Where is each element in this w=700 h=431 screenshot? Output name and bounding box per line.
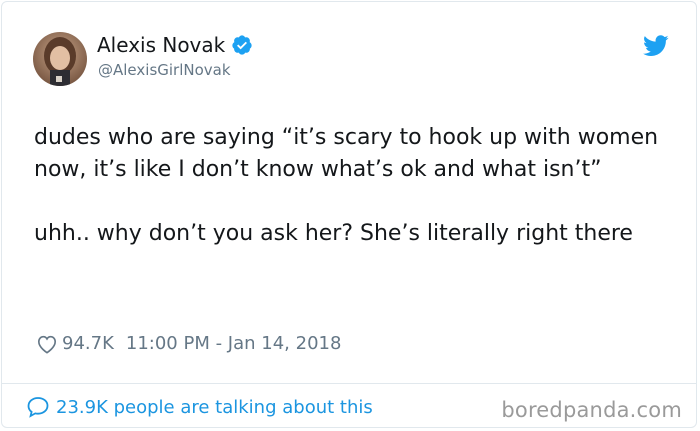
avatar[interactable] bbox=[33, 32, 87, 86]
tweet-paragraph-2: uhh.. why don’t you ask her? She’s liter… bbox=[34, 221, 633, 246]
tweet-paragraph-1: dudes who are saying “it’s scary to hook… bbox=[34, 125, 666, 182]
author-handle[interactable]: @AlexisGirlNovak bbox=[98, 61, 231, 79]
speech-bubble-icon bbox=[26, 396, 50, 418]
watermark-text: boredpanda.com bbox=[501, 398, 682, 422]
tweet-text: dudes who are saying “it’s scary to hook… bbox=[34, 122, 664, 250]
conversation-text[interactable]: 23.9K people are talking about this bbox=[56, 397, 373, 418]
timestamp[interactable]: 11:00 PM - Jan 14, 2018 bbox=[126, 333, 342, 354]
author-name[interactable]: Alexis Novak bbox=[97, 33, 225, 57]
tweet-card: Alexis Novak @AlexisGirlNovak dudes who … bbox=[1, 1, 697, 428]
conversation-link[interactable]: 23.9K people are talking about this bbox=[26, 396, 373, 418]
divider bbox=[2, 383, 696, 384]
author-row: Alexis Novak bbox=[97, 33, 253, 57]
heart-icon[interactable] bbox=[36, 334, 58, 354]
verified-badge-icon bbox=[231, 34, 253, 56]
like-count[interactable]: 94.7K bbox=[62, 333, 114, 354]
tweet-meta: 94.7K 11:00 PM - Jan 14, 2018 bbox=[36, 333, 341, 354]
twitter-bird-icon[interactable] bbox=[643, 35, 669, 57]
